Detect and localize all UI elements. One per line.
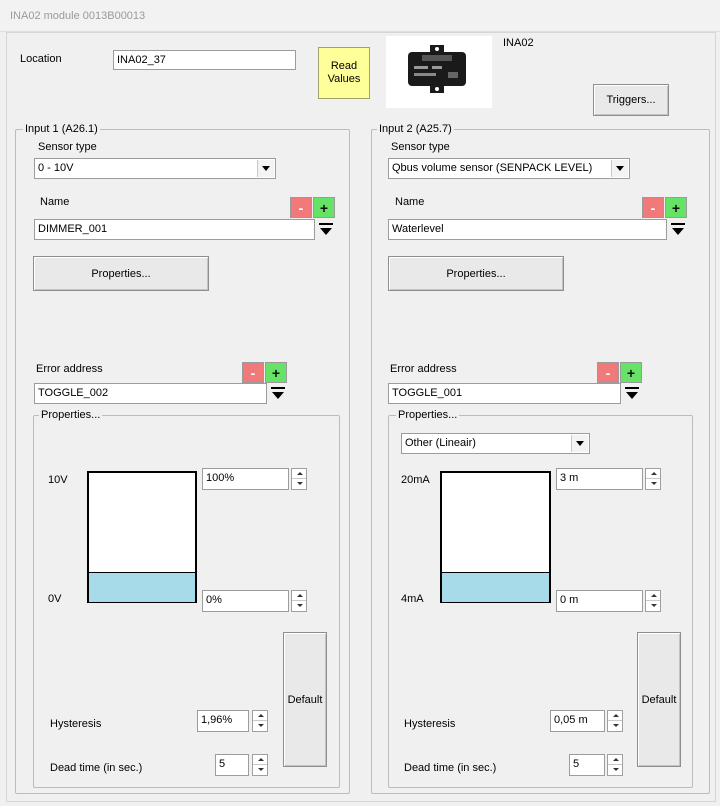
input2-dead-time-spinner[interactable]	[607, 754, 623, 776]
input1-sensor-type-select[interactable]: 0 - 10V	[34, 158, 276, 179]
input2-sensor-type-select[interactable]: Qbus volume sensor (SENPACK LEVEL)	[388, 158, 630, 179]
device-module-icon	[386, 36, 492, 108]
input1-sensor-type-label: Sensor type	[38, 141, 97, 153]
read-values-label-line1: Read	[330, 60, 358, 72]
input2-bottom-value-input[interactable]: 0 m	[556, 590, 643, 612]
input2-hysteresis-label: Hysteresis	[404, 718, 456, 730]
input2-error-remove-button[interactable]: -	[597, 362, 619, 383]
input2-top-value-spinner[interactable]	[645, 468, 661, 490]
input2-default-button[interactable]: Default	[637, 632, 681, 767]
read-values-button[interactable]: Read Values	[318, 47, 370, 99]
input2-name-input[interactable]: Waterlevel	[388, 219, 667, 240]
input2-sensor-type-value: Qbus volume sensor (SENPACK LEVEL)	[392, 162, 593, 174]
spin-up-icon[interactable]	[646, 469, 660, 479]
input1-top-value-input[interactable]: 100%	[202, 468, 289, 490]
chevron-down-icon	[571, 435, 588, 452]
input2-title: Input 2 (A25.7)	[377, 123, 454, 135]
input2-properties-button[interactable]: Properties...	[388, 256, 564, 291]
spin-up-icon[interactable]	[253, 711, 267, 721]
input2-name-add-button[interactable]: +	[665, 197, 687, 218]
input2-name-dropdown-icon[interactable]	[669, 221, 687, 240]
spin-down-icon[interactable]	[292, 479, 306, 489]
spin-down-icon[interactable]	[608, 765, 622, 775]
input1-scale-bottom-label: 0V	[48, 593, 62, 605]
input2-error-address-input[interactable]: TOGGLE_001	[388, 383, 621, 404]
input1-error-dropdown-icon[interactable]	[269, 385, 287, 404]
window-title: INA02 module 0013B00013	[0, 0, 720, 32]
input2-scale-top-label: 20mA	[401, 474, 430, 486]
location-label: Location	[20, 53, 62, 65]
input1-dead-time-spinner[interactable]	[252, 754, 268, 776]
spin-down-icon[interactable]	[646, 601, 660, 611]
input1-bottom-value-input[interactable]: 0%	[202, 590, 289, 612]
spin-up-icon[interactable]	[292, 469, 306, 479]
input1-dead-time-label: Dead time (in sec.)	[50, 762, 143, 774]
spin-down-icon[interactable]	[646, 479, 660, 489]
chevron-down-icon	[257, 160, 274, 177]
input2-hysteresis-input[interactable]: 0,05 m	[550, 710, 605, 732]
input1-hysteresis-label: Hysteresis	[50, 718, 102, 730]
input1-name-remove-button[interactable]: -	[290, 197, 312, 218]
input1-sensor-type-value: 0 - 10V	[38, 162, 74, 174]
input1-title: Input 1 (A26.1)	[23, 123, 100, 135]
spin-up-icon[interactable]	[608, 755, 622, 765]
chevron-down-icon	[611, 160, 628, 177]
input1-name-add-button[interactable]: +	[313, 197, 335, 218]
input1-bottom-value-spinner[interactable]	[291, 590, 307, 612]
spin-up-icon[interactable]	[646, 591, 660, 601]
input1-hysteresis-input[interactable]: 1,96%	[197, 710, 249, 732]
location-input[interactable]: INA02_37	[113, 50, 296, 70]
spin-down-icon[interactable]	[253, 765, 267, 775]
spin-down-icon[interactable]	[253, 721, 267, 731]
input2-error-address-label: Error address	[390, 363, 457, 375]
input2-error-dropdown-icon[interactable]	[623, 385, 641, 404]
input1-default-button[interactable]: Default	[283, 632, 327, 767]
input1-level-gauge	[87, 471, 197, 603]
input1-error-add-button[interactable]: +	[265, 362, 287, 383]
spin-up-icon[interactable]	[292, 591, 306, 601]
input1-properties-button[interactable]: Properties...	[33, 256, 209, 291]
triggers-button[interactable]: Triggers...	[593, 84, 669, 116]
input1-name-dropdown-icon[interactable]	[317, 221, 335, 240]
spin-up-icon[interactable]	[253, 755, 267, 765]
input2-sensor-type-label: Sensor type	[391, 141, 450, 153]
input1-error-address-label: Error address	[36, 363, 103, 375]
input2-mode-value: Other (Lineair)	[405, 437, 476, 449]
input1-top-value-spinner[interactable]	[291, 468, 307, 490]
input1-scale-top-label: 10V	[48, 474, 68, 486]
spin-up-icon[interactable]	[608, 711, 622, 721]
spin-down-icon[interactable]	[608, 721, 622, 731]
module-name: INA02	[503, 37, 534, 49]
input2-hysteresis-spinner[interactable]	[607, 710, 623, 732]
input1-name-input[interactable]: DIMMER_001	[34, 219, 315, 240]
input1-dead-time-input[interactable]: 5	[215, 754, 249, 776]
input2-name-remove-button[interactable]: -	[642, 197, 664, 218]
input1-error-remove-button[interactable]: -	[242, 362, 264, 383]
input2-dead-time-label: Dead time (in sec.)	[404, 762, 497, 774]
input2-error-add-button[interactable]: +	[620, 362, 642, 383]
input2-bottom-value-spinner[interactable]	[645, 590, 661, 612]
input2-mode-select[interactable]: Other (Lineair)	[401, 433, 590, 454]
input2-properties-group-title: Properties...	[396, 409, 460, 421]
input2-scale-bottom-label: 4mA	[401, 593, 424, 605]
input1-name-label: Name	[40, 196, 70, 208]
input2-name-label: Name	[395, 196, 425, 208]
input1-level-gauge-fill	[89, 572, 195, 602]
input2-dead-time-input[interactable]: 5	[569, 754, 605, 776]
input1-properties-group-title: Properties...	[39, 409, 103, 421]
input2-level-gauge-fill	[442, 572, 549, 602]
read-values-label-line2: Values	[327, 73, 361, 85]
spin-down-icon[interactable]	[292, 601, 306, 611]
input2-top-value-input[interactable]: 3 m	[556, 468, 643, 490]
input2-level-gauge	[440, 471, 551, 603]
input1-hysteresis-spinner[interactable]	[252, 710, 268, 732]
input1-error-address-input[interactable]: TOGGLE_002	[34, 383, 267, 404]
